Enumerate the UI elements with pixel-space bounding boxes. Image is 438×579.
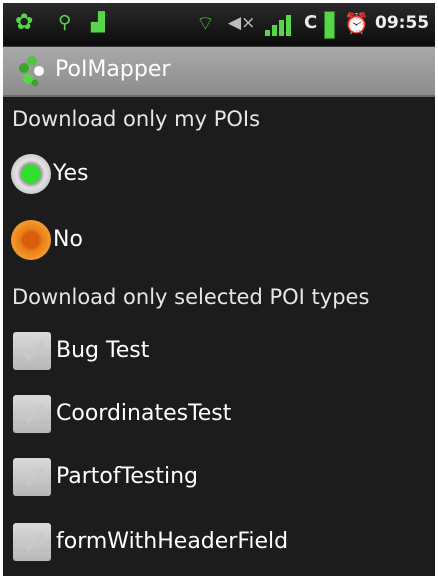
radio-label-yes: Yes: [53, 161, 89, 186]
checkbox-label: Bug Test: [56, 338, 150, 363]
battery-icon: [324, 11, 335, 39]
section-header-my-pois: Download only my POIs: [12, 107, 261, 131]
checkbox[interactable]: [13, 458, 51, 496]
radio-button-focused[interactable]: [11, 220, 51, 260]
checkmark-icon: [20, 467, 45, 487]
section-header-poi-types: Download only selected POI types: [12, 285, 370, 309]
checkbox[interactable]: [13, 395, 51, 433]
usb-icon: ⚲: [58, 12, 72, 33]
checkmark-icon: [20, 341, 45, 361]
checkbox-row-coordinates-test[interactable]: CoordinatesTest: [3, 389, 435, 441]
checkbox-label: PartofTesting: [56, 464, 198, 489]
checkbox-label: formWithHeaderField: [56, 529, 289, 554]
checkmark-icon: [20, 532, 45, 552]
checkbox-row-partoftesting[interactable]: PartofTesting: [3, 452, 435, 504]
radio-label-no: No: [53, 227, 83, 252]
checkbox-row-form-with-header-field[interactable]: formWithHeaderField: [3, 517, 435, 569]
checkmark-icon: [20, 404, 45, 424]
page-title: PoIMapper: [55, 57, 171, 82]
status-bar: ✿ ⚲ ▟ ⌔ ◀× C ⏰ 09:55: [3, 3, 435, 47]
mute-icon: ◀×: [228, 13, 256, 33]
checkbox[interactable]: [13, 332, 51, 370]
status-time: 09:55: [375, 13, 430, 33]
signal-icon: [265, 14, 295, 36]
android-icon: ▟: [91, 12, 105, 33]
wifi-icon: ⌔: [196, 11, 215, 35]
radio-option-no[interactable]: No: [3, 215, 435, 267]
title-bar: PoIMapper: [3, 47, 435, 97]
device-screen: ✿ ⚲ ▟ ⌔ ◀× C ⏰ 09:55 PoIMapper Download …: [3, 3, 435, 576]
checkbox[interactable]: [13, 523, 51, 561]
app-notification-icon: ✿: [15, 10, 34, 35]
alarm-icon: ⏰: [344, 11, 369, 35]
radio-button-selected[interactable]: [11, 154, 51, 194]
checkbox-label: CoordinatesTest: [56, 401, 232, 426]
poimapper-logo-icon: [19, 56, 44, 87]
checkbox-row-bug-test[interactable]: Bug Test: [3, 326, 435, 378]
carrier-indicator: C: [304, 12, 318, 33]
radio-option-yes[interactable]: Yes: [3, 149, 435, 201]
